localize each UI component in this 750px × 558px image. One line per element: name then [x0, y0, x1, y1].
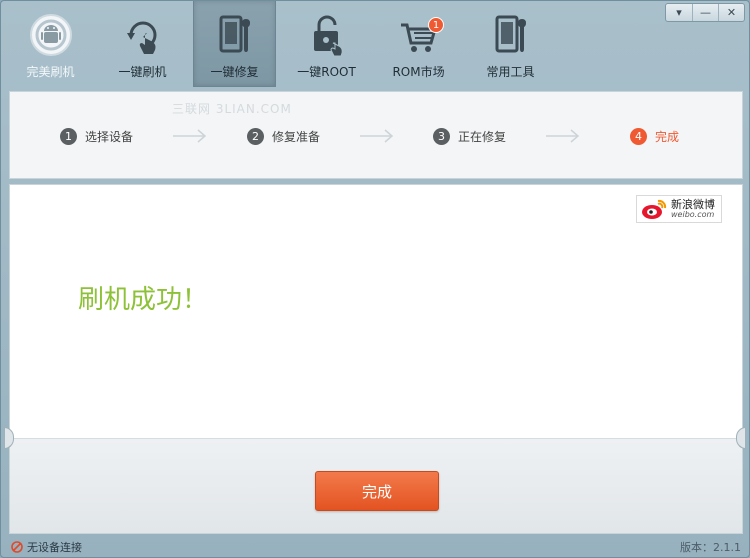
- toolbar-item-label: ROM市场: [392, 65, 445, 79]
- app-window: ▾ — ✕ 完美刷机 一键刷机 一键修复 一键ROOT 1 ROM市场 常用工具…: [0, 0, 750, 558]
- minimize-button[interactable]: —: [692, 4, 718, 21]
- step-label: 选择设备: [85, 130, 134, 144]
- toolbar-item-label: 常用工具: [486, 65, 535, 79]
- toolbar-item-perfect-flash[interactable]: 完美刷机: [9, 1, 92, 87]
- weibo-label: 新浪微博: [671, 198, 715, 211]
- refresh-hand-icon: [120, 13, 166, 57]
- step-number: 4: [630, 128, 647, 145]
- step-number: 2: [247, 128, 264, 145]
- done-button[interactable]: 完成: [315, 471, 439, 511]
- step-label: 修复准备: [272, 130, 321, 144]
- rom-market-badge: 1: [428, 17, 445, 33]
- result-content: 新浪微博 weibo.com 刷机成功！: [9, 184, 743, 438]
- step-arrow-icon: [173, 129, 207, 143]
- toolbar-item-common-tools[interactable]: 常用工具: [469, 1, 552, 87]
- step-number: 3: [433, 128, 450, 145]
- watermark-text: 三联网 3LIAN.COM: [172, 102, 292, 116]
- toolbar-item-label: 一键ROOT: [297, 65, 356, 79]
- toolbar-item-one-key-repair[interactable]: 一键修复: [193, 1, 277, 87]
- window-controls: ▾ — ✕: [665, 3, 745, 22]
- step-select-device: 1 选择设备: [60, 128, 133, 145]
- tools-icon: [488, 13, 534, 57]
- flash-success-message: 刷机成功！: [78, 285, 209, 315]
- weibo-icon: [642, 199, 667, 219]
- main-toolbar: 完美刷机 一键刷机 一键修复 一键ROOT 1 ROM市场 常用工具: [1, 1, 561, 89]
- action-footer: 完成: [9, 438, 743, 534]
- step-arrow-icon: [546, 129, 580, 143]
- step-number: 1: [60, 128, 77, 145]
- toolbar-item-one-key-root[interactable]: 一键ROOT: [285, 1, 368, 87]
- toolbar-item-label: 一键刷机: [118, 65, 167, 79]
- step-repairing: 3 正在修复: [433, 128, 506, 145]
- phone-wrench-icon: [212, 13, 258, 57]
- toolbar-item-label: 完美刷机: [26, 65, 75, 79]
- toolbar-item-label: 一键修复: [210, 65, 259, 79]
- device-status-text: 无设备连接: [27, 541, 82, 554]
- android-icon: [28, 13, 74, 57]
- weibo-share-button[interactable]: 新浪微博 weibo.com: [636, 195, 722, 223]
- toolbar-item-rom-market[interactable]: 1 ROM市场: [377, 1, 460, 87]
- step-arrow-icon: [360, 129, 394, 143]
- unlock-icon: [304, 13, 350, 57]
- step-label: 正在修复: [458, 130, 507, 144]
- step-complete: 4 完成: [630, 128, 679, 145]
- weibo-url: weibo.com: [671, 210, 715, 219]
- version-label: 版本：2.1.1: [680, 541, 741, 554]
- close-button[interactable]: ✕: [718, 4, 744, 21]
- step-label: 完成: [655, 130, 680, 144]
- status-bar: 无设备连接 版本：2.1.1: [1, 535, 749, 557]
- step-repair-prepare: 2 修复准备: [247, 128, 320, 145]
- toolbar-item-one-key-flash[interactable]: 一键刷机: [101, 1, 184, 87]
- menu-dropdown-button[interactable]: ▾: [666, 4, 692, 21]
- repair-steps-panel: 三联网 3LIAN.COM 1 选择设备 2 修复准备 3 正在修复 4 完成: [9, 91, 743, 179]
- no-device-icon: [11, 541, 23, 553]
